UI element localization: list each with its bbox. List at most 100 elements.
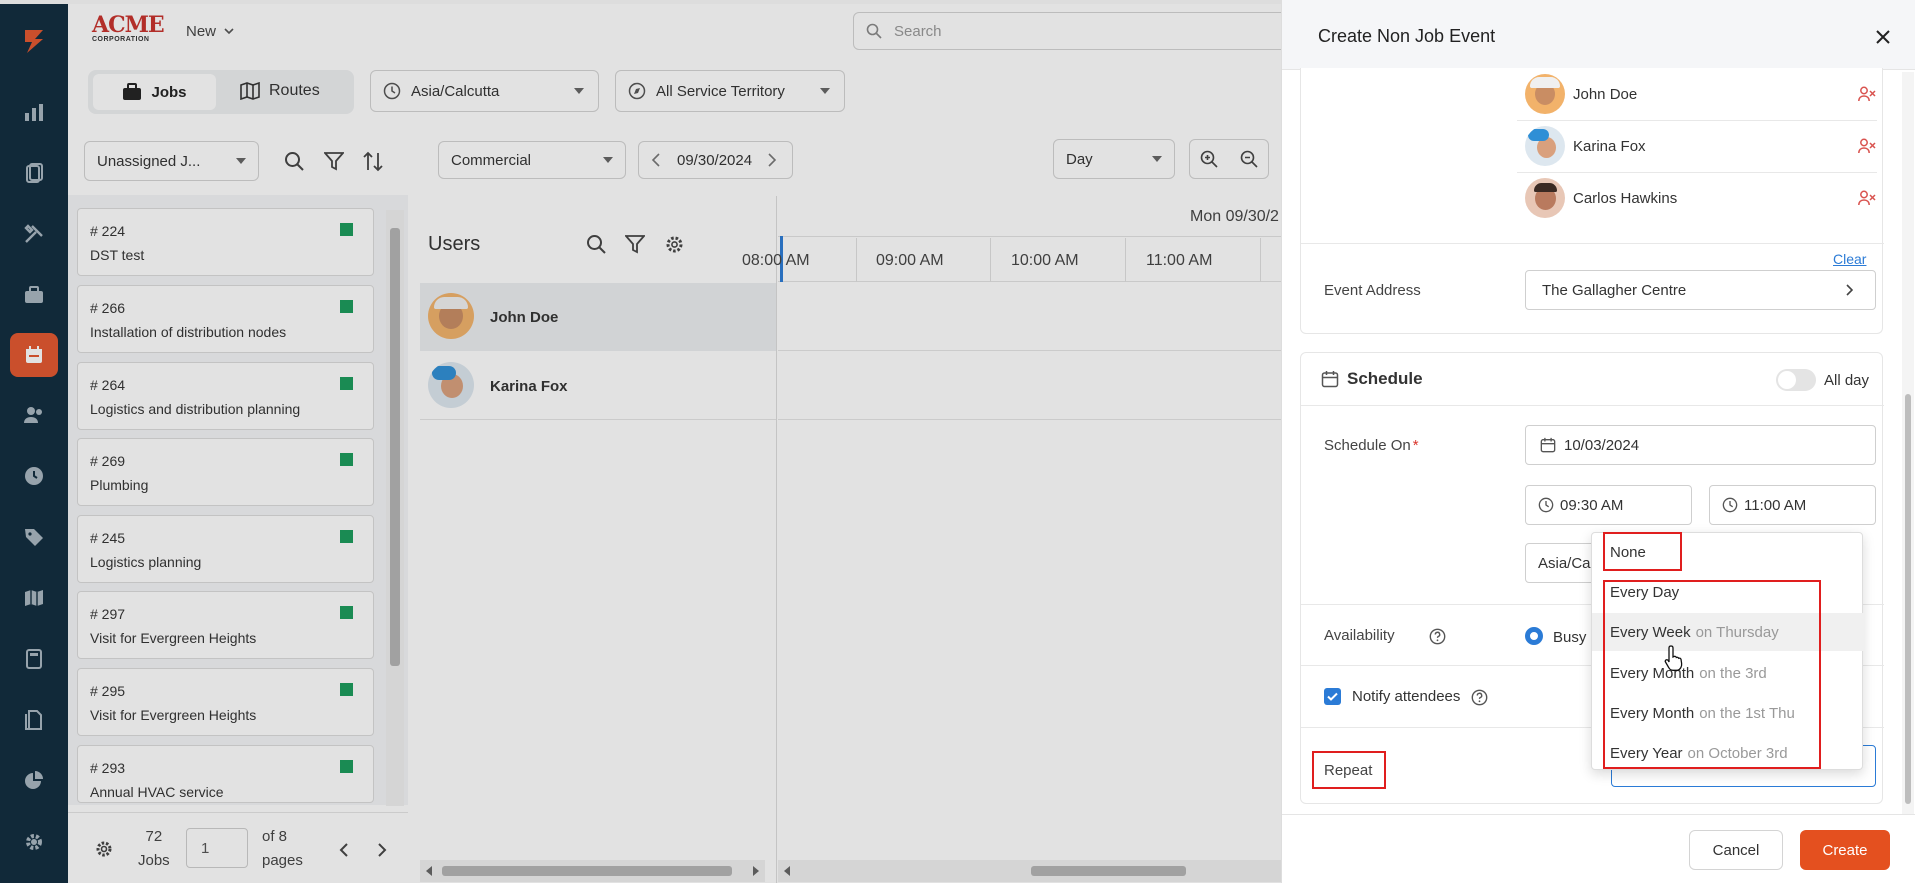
drawer-footer: Cancel Create bbox=[1282, 814, 1915, 883]
job-filter-select[interactable]: Unassigned J... bbox=[84, 141, 259, 181]
acme-logo[interactable]: ACME CORPORATION bbox=[92, 14, 165, 43]
users-title: Users bbox=[428, 233, 481, 255]
repeat-option[interactable]: Every Month on the 3rd bbox=[1592, 654, 1864, 692]
job-list-scrollbar[interactable] bbox=[386, 210, 404, 806]
next-page-icon[interactable] bbox=[376, 842, 388, 858]
clear-link[interactable]: Clear bbox=[1833, 251, 1866, 267]
scrollbar-thumb[interactable] bbox=[390, 228, 400, 666]
option-detail: on the 3rd bbox=[1699, 664, 1767, 682]
hand-cursor-icon bbox=[1664, 645, 1683, 671]
files-icon[interactable] bbox=[19, 705, 49, 735]
search-jobs-icon[interactable] bbox=[284, 151, 305, 172]
schedule-on-label: Schedule On * bbox=[1324, 437, 1419, 454]
status-badge bbox=[340, 377, 353, 390]
hour-label: 11:00 AM bbox=[1146, 252, 1213, 269]
prev-page-icon[interactable] bbox=[338, 842, 350, 858]
drawer-scrollbar[interactable] bbox=[1902, 72, 1914, 814]
grid-horizontal-scrollbar[interactable] bbox=[778, 860, 1281, 882]
sort-icon[interactable] bbox=[362, 151, 384, 172]
scrollbar-thumb[interactable] bbox=[442, 866, 732, 876]
busy-radio[interactable] bbox=[1525, 627, 1543, 645]
date-navigator[interactable]: 09/30/2024 bbox=[638, 141, 793, 179]
all-day-toggle[interactable] bbox=[1776, 369, 1816, 391]
search-users-icon[interactable] bbox=[586, 234, 607, 255]
hour-label: 08:00 AM bbox=[742, 252, 810, 269]
zoom-in-icon[interactable] bbox=[1200, 150, 1218, 168]
repeat-option[interactable]: Every Year on October 3rd bbox=[1592, 734, 1864, 772]
job-card[interactable]: # 264 Logistics and distribution planning bbox=[77, 362, 374, 430]
calendar-icon bbox=[1321, 371, 1339, 388]
new-dropdown[interactable]: New bbox=[186, 23, 234, 40]
map-icon[interactable] bbox=[19, 583, 49, 613]
page-total: of 8 pages bbox=[262, 828, 303, 869]
time-grid[interactable] bbox=[778, 196, 1281, 883]
create-button[interactable]: Create bbox=[1800, 830, 1890, 870]
tag-icon[interactable] bbox=[19, 522, 49, 552]
dashboard-icon[interactable] bbox=[19, 97, 49, 127]
job-card[interactable]: # 295 Visit for Evergreen Heights bbox=[77, 668, 374, 736]
scrollbar-thumb[interactable] bbox=[1031, 866, 1186, 876]
job-title: Annual HVAC service bbox=[90, 784, 224, 800]
remove-user-icon[interactable] bbox=[1858, 86, 1876, 102]
horizontal-scrollbar[interactable] bbox=[420, 860, 765, 882]
clock-icon[interactable] bbox=[19, 461, 49, 491]
caret-down-icon bbox=[236, 158, 246, 164]
chevron-down-icon bbox=[224, 28, 234, 35]
user-row[interactable]: John Doe bbox=[420, 283, 776, 351]
hour-label: 10:00 AM bbox=[1011, 252, 1079, 269]
remove-user-icon[interactable] bbox=[1858, 190, 1876, 206]
help-icon[interactable] bbox=[1429, 628, 1446, 645]
prev-day-icon[interactable] bbox=[651, 153, 661, 167]
repeat-option[interactable]: Every Day bbox=[1592, 573, 1864, 611]
page-number-input[interactable]: 1 bbox=[186, 828, 248, 868]
tab-jobs[interactable]: Jobs bbox=[93, 74, 216, 110]
avatar bbox=[1525, 126, 1565, 166]
filter-jobs-icon[interactable] bbox=[324, 152, 344, 171]
start-time-field[interactable]: 09:30 AM bbox=[1525, 485, 1692, 525]
divider bbox=[1517, 172, 1877, 173]
job-card[interactable]: # 293 Annual HVAC service bbox=[77, 745, 374, 803]
busy-label: Busy bbox=[1553, 629, 1587, 646]
calculator-icon[interactable] bbox=[19, 644, 49, 674]
close-icon[interactable] bbox=[1875, 29, 1891, 45]
filter-users-icon[interactable] bbox=[625, 235, 645, 254]
job-card[interactable]: # 245 Logistics planning bbox=[77, 515, 374, 583]
tab-routes[interactable]: Routes bbox=[240, 82, 320, 100]
jobs-briefcase-icon[interactable] bbox=[19, 280, 49, 310]
settings-gear-icon[interactable] bbox=[19, 827, 49, 857]
job-card[interactable]: # 266 Installation of distribution nodes bbox=[77, 285, 374, 353]
category-select[interactable]: Commercial bbox=[438, 141, 626, 179]
documents-icon[interactable] bbox=[19, 158, 49, 188]
reports-pie-icon[interactable] bbox=[19, 766, 49, 796]
cancel-button[interactable]: Cancel bbox=[1689, 830, 1783, 870]
next-day-icon[interactable] bbox=[767, 153, 777, 167]
status-badge bbox=[340, 300, 353, 313]
view-select[interactable]: Day bbox=[1053, 139, 1175, 179]
notify-checkbox[interactable] bbox=[1324, 688, 1341, 705]
settings-gear-icon[interactable] bbox=[94, 839, 114, 859]
global-search[interactable]: Search bbox=[853, 12, 1281, 50]
calendar-icon[interactable] bbox=[10, 333, 58, 377]
repeat-option[interactable]: None bbox=[1592, 533, 1864, 571]
end-time-field[interactable]: 11:00 AM bbox=[1709, 485, 1876, 525]
event-address-field[interactable]: The Gallagher Centre bbox=[1525, 270, 1876, 310]
zoom-out-icon[interactable] bbox=[1240, 150, 1258, 168]
attendee-name: Carlos Hawkins bbox=[1573, 190, 1678, 207]
repeat-option[interactable]: Every Month on the 1st Thu bbox=[1592, 694, 1864, 732]
user-settings-gear-icon[interactable] bbox=[664, 234, 685, 255]
repeat-option[interactable]: Every Week on Thursday bbox=[1592, 613, 1864, 651]
tools-icon[interactable] bbox=[19, 219, 49, 249]
schedule-date-field[interactable]: 10/03/2024 bbox=[1525, 425, 1876, 465]
user-row[interactable]: Karina Fox bbox=[420, 352, 776, 420]
job-card[interactable]: # 269 Plumbing bbox=[77, 438, 374, 506]
remove-user-icon[interactable] bbox=[1858, 138, 1876, 154]
job-card[interactable]: # 224 DST test bbox=[77, 208, 374, 276]
users-icon[interactable] bbox=[19, 400, 49, 430]
job-card[interactable]: # 297 Visit for Evergreen Heights bbox=[77, 591, 374, 659]
territory-select[interactable]: All Service Territory bbox=[615, 70, 845, 112]
scrollbar-thumb[interactable] bbox=[1905, 394, 1911, 804]
timezone-select[interactable]: Asia/Calcutta bbox=[370, 70, 599, 112]
divider bbox=[1301, 405, 1884, 406]
app-logo-icon[interactable] bbox=[19, 26, 49, 56]
help-icon[interactable] bbox=[1471, 689, 1488, 706]
